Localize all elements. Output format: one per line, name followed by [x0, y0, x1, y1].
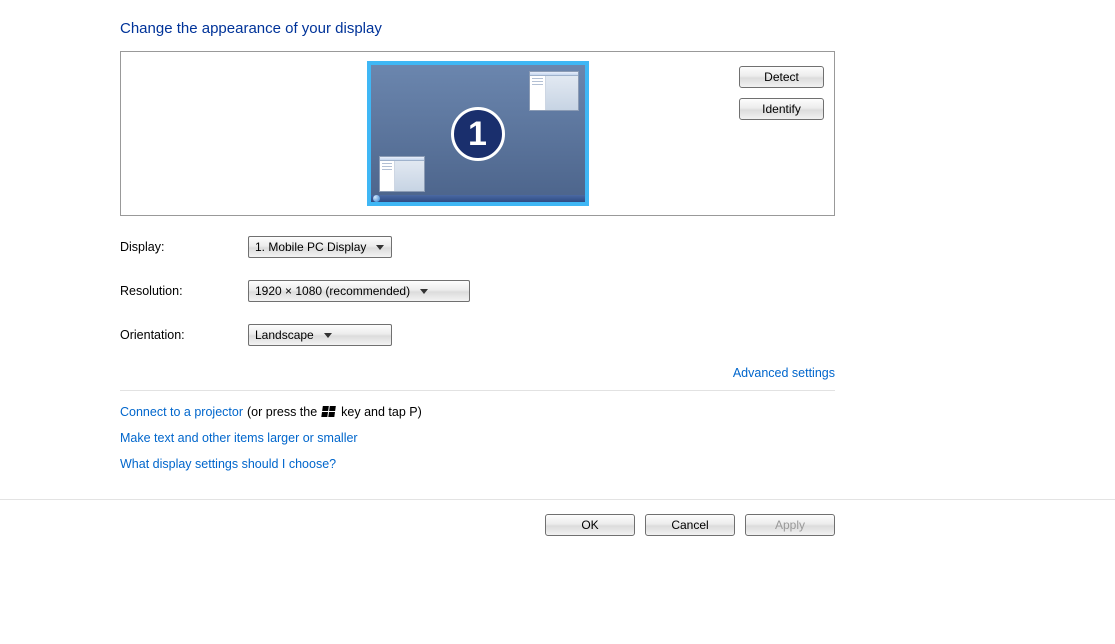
orientation-dropdown[interactable]: Landscape	[248, 324, 392, 346]
identify-button[interactable]: Identify	[739, 98, 824, 120]
display-dropdown[interactable]: 1. Mobile PC Display	[248, 236, 392, 258]
footer-button-bar: OK Cancel Apply	[0, 500, 1115, 566]
monitor-1[interactable]: 1	[367, 61, 589, 206]
display-label: Display:	[120, 240, 248, 254]
resolution-label: Resolution:	[120, 284, 248, 298]
projector-hint-suffix: key and tap P)	[341, 405, 422, 419]
help-link[interactable]: What display settings should I choose?	[120, 457, 336, 471]
ok-button[interactable]: OK	[545, 514, 635, 536]
orientation-label: Orientation:	[120, 328, 248, 342]
advanced-settings-link[interactable]: Advanced settings	[733, 366, 835, 380]
display-dropdown-value: 1. Mobile PC Display	[255, 240, 366, 254]
mini-window-icon	[379, 156, 425, 192]
resolution-dropdown-value: 1920 × 1080 (recommended)	[255, 284, 410, 298]
detect-button[interactable]: Detect	[739, 66, 824, 88]
chevron-down-icon	[324, 333, 332, 338]
mini-start-orb-icon	[373, 195, 380, 202]
orientation-dropdown-value: Landscape	[255, 328, 314, 342]
monitor-number-text: 1	[468, 117, 487, 151]
monitor-number-badge: 1	[451, 107, 505, 161]
mini-window-icon	[529, 71, 579, 111]
projector-hint-prefix: (or press the	[247, 405, 317, 419]
cancel-button[interactable]: Cancel	[645, 514, 735, 536]
resolution-dropdown[interactable]: 1920 × 1080 (recommended)	[248, 280, 470, 302]
apply-button[interactable]: Apply	[745, 514, 835, 536]
text-size-link[interactable]: Make text and other items larger or smal…	[120, 431, 358, 445]
connect-projector-link[interactable]: Connect to a projector	[120, 405, 243, 419]
page-title: Change the appearance of your display	[120, 20, 835, 37]
mini-taskbar-icon	[371, 195, 585, 202]
windows-key-icon	[321, 406, 337, 418]
chevron-down-icon	[376, 245, 384, 250]
monitor-arrangement[interactable]: 1	[127, 58, 828, 209]
display-preview-area: 1 Detect Identify	[120, 51, 835, 216]
chevron-down-icon	[420, 289, 428, 294]
